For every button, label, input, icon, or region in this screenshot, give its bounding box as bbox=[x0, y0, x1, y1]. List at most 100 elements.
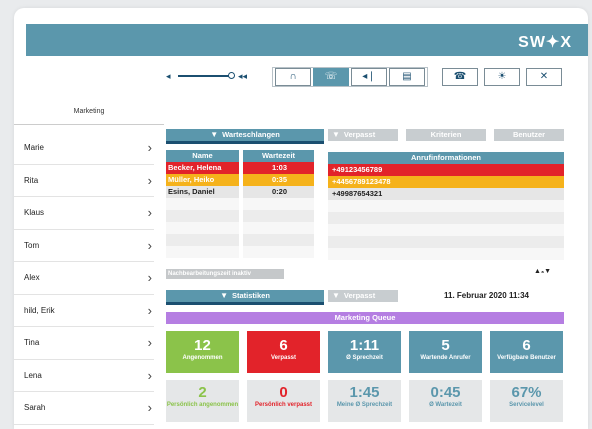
incognito-button[interactable]: ☀ bbox=[484, 68, 520, 86]
agent-item[interactable]: Marie › bbox=[14, 132, 154, 165]
agent-item[interactable]: Sarah › bbox=[14, 392, 154, 425]
agent-item[interactable]: Tina › bbox=[14, 327, 154, 360]
incognito-icon: ☀ bbox=[497, 71, 507, 82]
queue-name-cell[interactable]: Becker, Helena bbox=[166, 162, 239, 174]
stat-card: 12 Angenommen bbox=[166, 331, 239, 373]
filter-icon: ▼ bbox=[220, 291, 228, 300]
notes-button[interactable]: ▤ bbox=[389, 68, 425, 86]
tab-missed[interactable]: ▼ Verpasst bbox=[328, 129, 398, 141]
queue-wait-cell bbox=[243, 210, 314, 222]
chevron-right-icon: › bbox=[147, 270, 152, 285]
stat-label: Verpasst bbox=[270, 355, 297, 361]
queue-wait-cell bbox=[243, 234, 314, 246]
speaker-button[interactable]: ◂❘ bbox=[351, 68, 387, 86]
notes-icon: ▤ bbox=[402, 71, 412, 82]
stat-value: 1:45 bbox=[349, 384, 380, 401]
queue-panel: ▼ Warteschlangen Name Becker, Helena Mülle… bbox=[166, 129, 324, 258]
queue-header[interactable]: ▼ Warteschlangen bbox=[166, 129, 324, 141]
agent-name: hild, Erik bbox=[24, 305, 55, 315]
agent-item[interactable]: Klaus › bbox=[14, 197, 154, 230]
agent-item[interactable]: Alex › bbox=[14, 262, 154, 295]
tab-divider bbox=[14, 124, 164, 125]
volume-knob[interactable] bbox=[228, 72, 235, 79]
queue-wait-cell[interactable]: 0:20 bbox=[243, 186, 314, 198]
agent-name: Rita bbox=[24, 175, 39, 185]
queue-wait-cell bbox=[243, 198, 314, 210]
call-info-row bbox=[328, 212, 564, 224]
chevron-right-icon: › bbox=[147, 367, 152, 383]
tab-user[interactable]: Benutzer bbox=[494, 129, 564, 141]
call-info-row[interactable]: +49987654321 bbox=[328, 188, 564, 200]
stat-value: 6 bbox=[279, 337, 288, 354]
filter-icon: ▼ bbox=[332, 291, 340, 300]
brand-logo: SW✦X bbox=[518, 34, 572, 51]
queue-wait-cell[interactable]: 1:03 bbox=[243, 162, 314, 174]
queue-name-banner: Marketing Queue bbox=[166, 312, 564, 324]
stat-value: 0 bbox=[279, 384, 288, 401]
stats-tab-missed[interactable]: ▼ Verpasst bbox=[328, 290, 398, 302]
queue-name-cell[interactable]: Müller, Heiko bbox=[166, 174, 239, 186]
agent-name: Marie bbox=[24, 143, 45, 152]
stat-card: 6 Verpasst bbox=[247, 331, 320, 373]
stat-label: Verfügbare Benutzer bbox=[497, 355, 556, 361]
stat-label: Servicelevel bbox=[509, 402, 544, 408]
mute-icon: ✕ bbox=[539, 71, 549, 82]
queue-name-cell bbox=[166, 234, 239, 246]
agent-list: Marie › Rita › Klaus › Tom › Alex › hild, Erik › Tin… bbox=[14, 132, 154, 425]
stat-label: Meine Ø Sprechzeit bbox=[336, 402, 393, 408]
pager[interactable]: ▲₃▼ bbox=[534, 268, 551, 275]
col-name: Name bbox=[166, 150, 239, 162]
stat-card: 6 Verfügbare Benutzer bbox=[490, 331, 563, 373]
call-info-row bbox=[328, 200, 564, 212]
stat-label: Ø Wartezeit bbox=[429, 402, 462, 408]
agent-name: Klaus bbox=[24, 208, 45, 217]
call-info-row[interactable]: +49123456789 bbox=[328, 164, 564, 176]
call-transfer-button[interactable]: ☎ bbox=[442, 68, 478, 86]
call-info-row bbox=[328, 224, 564, 236]
stats-date: 11. Februar 2020 11:34 bbox=[444, 291, 529, 300]
queue-name-cell[interactable]: Esins, Daniel bbox=[166, 186, 239, 198]
stat-value: 12 bbox=[194, 337, 211, 354]
agent-name: Sarah bbox=[24, 403, 46, 412]
chevron-right-icon: › bbox=[147, 172, 152, 188]
chevron-right-icon: › bbox=[147, 400, 152, 415]
stat-card-personal: 67% Servicelevel bbox=[490, 380, 563, 422]
volume-low-icon: ◂ bbox=[166, 71, 173, 81]
queue-header-underline bbox=[166, 141, 324, 144]
stat-card-personal: 0 Persönlich verpasst bbox=[247, 380, 320, 422]
stats-header[interactable]: ▼ Statistiken bbox=[166, 290, 324, 302]
top-bar: SW✦X bbox=[26, 24, 588, 56]
queue-wait-cell[interactable]: 0:35 bbox=[243, 174, 314, 186]
mute-button[interactable]: ✕ bbox=[526, 68, 562, 86]
agent-item[interactable]: Lena › bbox=[14, 360, 154, 392]
phone-button[interactable]: ☏ bbox=[313, 68, 349, 86]
stat-value: 1:11 bbox=[349, 337, 380, 354]
agent-item[interactable]: Tom › bbox=[14, 230, 154, 262]
call-info-row bbox=[328, 236, 564, 248]
post-processing-status[interactable]: Nachbearbeitungszeit inaktiv bbox=[166, 269, 284, 279]
stat-label: Angenommen bbox=[182, 355, 223, 361]
volume-track[interactable] bbox=[178, 75, 232, 77]
tab-criteria[interactable]: Kriterien bbox=[406, 129, 486, 141]
call-info-panel: Anrufinformationen +49123456789 +44567891… bbox=[328, 152, 564, 260]
queue-name-cell bbox=[166, 198, 239, 210]
headset-button[interactable]: ∩ bbox=[275, 68, 311, 86]
chevron-right-icon: › bbox=[147, 335, 152, 350]
agent-name: Alex bbox=[24, 273, 40, 282]
stat-card-personal: 0:45 Ø Wartezeit bbox=[409, 380, 482, 422]
agent-name: Lena bbox=[24, 370, 42, 380]
call-info-row bbox=[328, 248, 564, 260]
stat-value: 0:45 bbox=[430, 384, 461, 401]
app-window: SW✦X ◂ ◂◂ ∩ ☏ ◂❘ ▤ ☎ ☀ ✕ Marketing Marie… bbox=[14, 8, 588, 429]
phone-icon: ☏ bbox=[324, 71, 338, 82]
stat-label: Wartende Anrufer bbox=[420, 355, 471, 361]
agent-item[interactable]: hild, Erik › bbox=[14, 295, 154, 327]
queue-name-cell bbox=[166, 246, 239, 258]
stat-label: Persönlich verpasst bbox=[254, 402, 313, 408]
call-info-row[interactable]: +4456789123478 bbox=[328, 176, 564, 188]
tab-marketing[interactable]: Marketing bbox=[14, 108, 164, 115]
volume-slider[interactable]: ◂ ◂◂ bbox=[166, 70, 247, 82]
stat-label: Ø Sprechzeit bbox=[346, 355, 383, 361]
col-wait: Wartezeit bbox=[243, 150, 314, 162]
agent-item[interactable]: Rita › bbox=[14, 165, 154, 197]
